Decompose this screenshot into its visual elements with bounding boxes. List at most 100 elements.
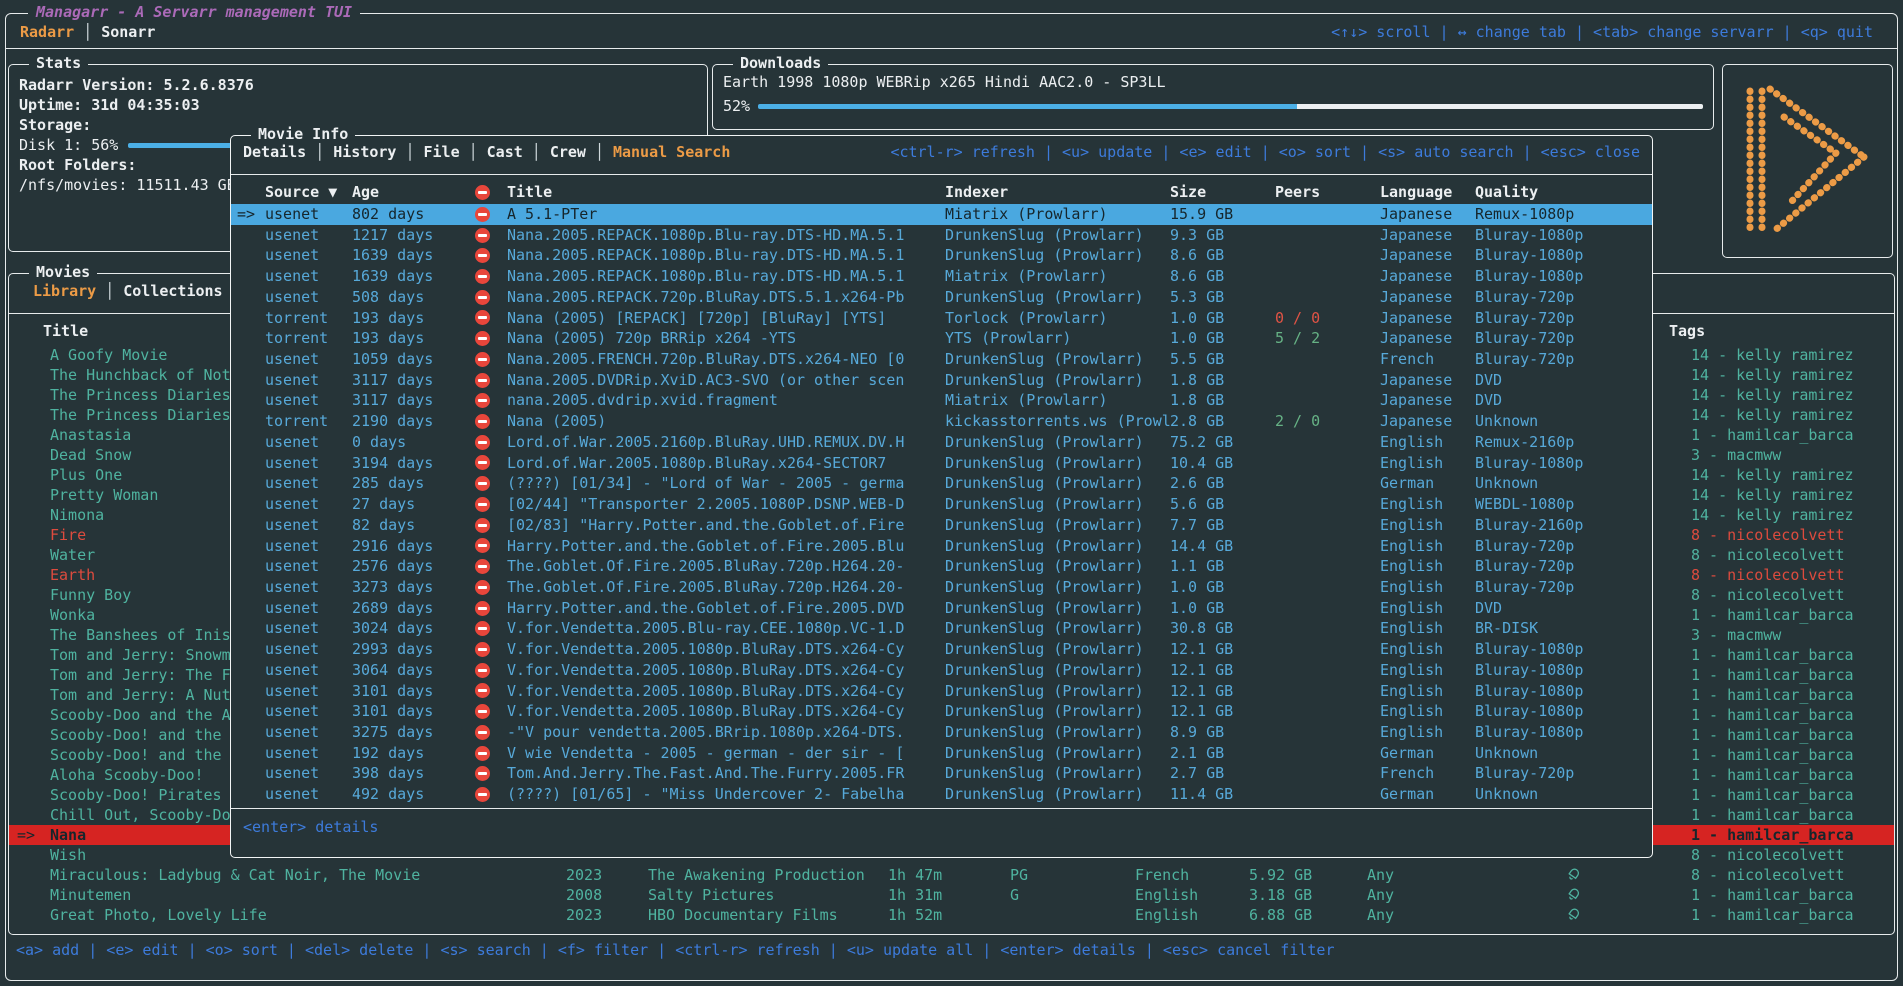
release-row[interactable]: usenet398 daysTom.And.Jerry.The.Fast.And… [231,763,1652,784]
release-row[interactable]: usenet2689 daysHarry.Potter.and.the.Gobl… [231,598,1652,619]
tab-details[interactable]: Details [243,143,306,161]
rejected-icon [475,185,490,200]
rejected-cell [475,245,507,266]
tab-sonarr[interactable]: Sonarr [101,23,155,41]
movie-tag: 1 - hamilcar_barca [1683,645,1903,665]
release-row[interactable]: usenet3275 days-"V pour vendetta.2005.BR… [231,722,1652,743]
release-row[interactable]: usenet2993 daysV.for.Vendetta.2005.1080p… [231,639,1652,660]
release-row[interactable]: usenet82 days[02/83] "Harry.Potter.and.t… [231,515,1652,536]
selected-row-arrow [9,505,43,525]
selected-row-arrow [231,639,265,660]
release-language: Japanese [1380,390,1475,411]
release-row[interactable]: usenet192 daysV wie Vendetta - 2005 - ge… [231,743,1652,764]
modal-tabs: Details│History│File│Cast│Crew│Manual Se… [243,143,730,161]
column-header-quality[interactable]: Quality [1475,182,1655,203]
release-indexer: DrunkenSlug (Prowlarr) [945,743,1170,764]
release-row[interactable]: usenet27 days[02/44] "Transporter 2.2005… [231,494,1652,515]
rejected-icon [475,352,490,367]
column-header-release-title[interactable]: Title [507,182,945,203]
release-quality: Bluray-720p [1475,577,1655,598]
release-row[interactable]: usenet3117 daysNana.2005.DVDRip.XviD.AC3… [231,370,1652,391]
rejected-cell [475,577,507,598]
release-row[interactable]: usenet508 daysNana.2005.REPACK.720p.BluR… [231,287,1652,308]
column-header-source[interactable]: Source ▼ [265,182,352,203]
release-row[interactable]: usenet1059 daysNana.2005.FRENCH.720p.Blu… [231,349,1652,370]
release-row[interactable]: usenet3194 daysLord.of.War.2005.1080p.Bl… [231,453,1652,474]
release-age: 492 days [352,784,475,805]
selected-row-arrow [9,545,43,565]
column-header-indexer[interactable]: Indexer [945,182,1170,203]
release-age: 0 days [352,432,475,453]
selected-row-arrow [231,763,265,784]
stats-panel-title: Stats [29,54,88,72]
column-header-size[interactable]: Size [1170,182,1275,203]
release-row[interactable]: usenet0 daysLord.of.War.2005.2160p.BluRa… [231,432,1652,453]
tab-crew[interactable]: Crew [550,143,586,161]
selected-row-arrow [231,701,265,722]
release-row[interactable]: torrent193 daysNana (2005) 720p BRRip x2… [231,328,1652,349]
release-row[interactable]: usenet3273 daysThe.Goblet.Of.Fire.2005.B… [231,577,1652,598]
release-row[interactable]: usenet1217 daysNana.2005.REPACK.1080p.Bl… [231,225,1652,246]
rejected-cell [475,390,507,411]
tab-radarr[interactable]: Radarr [20,23,74,41]
release-language: Japanese [1380,411,1475,432]
release-language: English [1380,660,1475,681]
release-row[interactable]: usenet2916 daysHarry.Potter.and.the.Gobl… [231,536,1652,557]
rejected-icon [475,766,490,781]
release-size: 30.8 GB [1170,618,1275,639]
release-row[interactable]: usenet2576 daysThe.Goblet.Of.Fire.2005.B… [231,556,1652,577]
release-size: 10.4 GB [1170,453,1275,474]
release-size: 1.8 GB [1170,390,1275,411]
tab-collections[interactable]: Collections [123,282,222,300]
release-indexer: kickasstorrents.ws (Prowlarr [945,411,1170,432]
release-size: 12.1 GB [1170,639,1275,660]
rejected-cell [475,453,507,474]
movie-language: French [1135,865,1249,885]
release-row[interactable]: usenet3101 daysV.for.Vendetta.2005.1080p… [231,681,1652,702]
movie-tag: 14 - kelly ramirez [1683,365,1903,385]
release-row[interactable]: usenet3117 daysnana.2005.dvdrip.xvid.fra… [231,390,1652,411]
column-header-language[interactable]: Language [1380,182,1475,203]
movie-row[interactable]: Great Photo, Lovely Life2023HBO Document… [9,905,1894,925]
release-language: English [1380,453,1475,474]
release-row[interactable]: usenet3101 daysV.for.Vendetta.2005.1080p… [231,701,1652,722]
release-age: 1217 days [352,225,475,246]
column-header-peers[interactable]: Peers [1275,182,1380,203]
release-size: 1.1 GB [1170,556,1275,577]
release-row[interactable]: =>usenet802 daysA 5.1-PTerMiatrix (Prowl… [231,204,1652,225]
release-source: usenet [265,390,352,411]
movie-tag: 1 - hamilcar_barca [1683,425,1903,445]
movie-row[interactable]: Miraculous: Ladybug & Cat Noir, The Movi… [9,865,1894,885]
movie-row[interactable]: Minutemen2008Salty Pictures1h 31mGEnglis… [9,885,1894,905]
selected-row-arrow [231,618,265,639]
tab-manual-search[interactable]: Manual Search [613,143,730,161]
release-source: usenet [265,743,352,764]
storage-label: Storage: [9,115,707,135]
release-title: Nana (2005) [507,411,945,432]
rejected-icon [475,642,490,657]
release-title: Lord.of.War.2005.2160p.BluRay.UHD.REMUX.… [507,432,945,453]
tab-library[interactable]: Library [33,282,96,300]
release-source: usenet [265,245,352,266]
release-row[interactable]: usenet3064 daysV.for.Vendetta.2005.1080p… [231,660,1652,681]
tab-history[interactable]: History [333,143,396,161]
rejected-cell [475,432,507,453]
selected-row-arrow [9,445,43,465]
release-row[interactable]: usenet492 days(????) [01/65] - "Miss Und… [231,784,1652,805]
tab-file[interactable]: File [424,143,460,161]
release-row[interactable]: torrent193 daysNana (2005) [REPACK] [720… [231,308,1652,329]
release-peers [1275,536,1380,557]
movie-title: Minutemen [43,885,566,905]
movie-language: English [1135,905,1249,925]
release-row[interactable]: torrent2190 daysNana (2005)kickasstorren… [231,411,1652,432]
release-row[interactable]: usenet285 days(????) [01/34] - "Lord of … [231,473,1652,494]
release-row[interactable]: usenet3024 daysV.for.Vendetta.2005.Blu-r… [231,618,1652,639]
rejected-cell [475,494,507,515]
release-row[interactable]: usenet1639 daysNana.2005.REPACK.1080p.Bl… [231,245,1652,266]
release-row[interactable]: usenet1639 daysNana.2005.REPACK.1080p.Bl… [231,266,1652,287]
release-language: English [1380,577,1475,598]
column-header-age[interactable]: Age [352,182,475,203]
release-quality: Bluray-720p [1475,328,1655,349]
movie-year: 2023 [566,905,648,925]
tab-cast[interactable]: Cast [487,143,523,161]
